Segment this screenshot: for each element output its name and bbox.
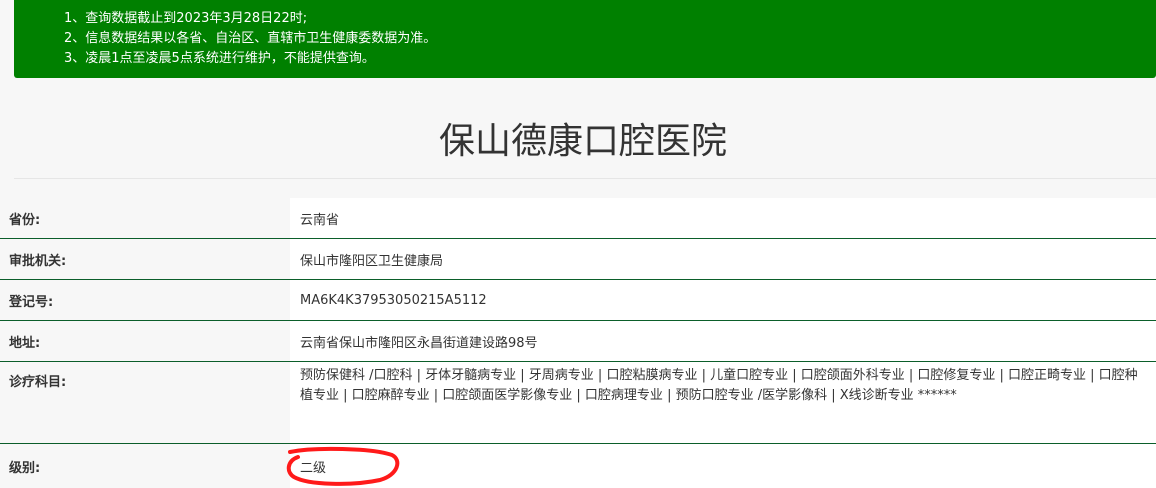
- notice-line-3: 3、凌晨1点至凌晨5点系统进行维护，不能提供查询。: [64, 51, 375, 66]
- table-row-province: 省份: 云南省: [0, 198, 1156, 239]
- province-value: 云南省: [290, 198, 1156, 238]
- approval-authority-label: 审批机关:: [0, 239, 290, 279]
- departments-value: 预防保健科 /口腔科 | 牙体牙髓病专业 | 牙周病专业 | 口腔粘膜病专业 |…: [290, 362, 1156, 443]
- address-value: 云南省保山市隆阳区永昌街道建设路98号: [290, 321, 1156, 361]
- level-label: 级别:: [0, 444, 290, 488]
- notice-line-2: 2、信息数据结果以各省、自治区、直辖市卫生健康委数据为准。: [64, 31, 437, 46]
- table-row-address: 地址: 云南省保山市隆阳区永昌街道建设路98号: [0, 321, 1156, 362]
- title-divider: [14, 178, 1156, 179]
- registration-number-value: MA6K4K37953050215A5112: [290, 280, 1156, 320]
- departments-label: 诊疗科目:: [0, 362, 290, 443]
- notice-line-1: 1、查询数据截止到2023年3月28日22时;: [64, 11, 308, 26]
- table-row-departments: 诊疗科目: 预防保健科 /口腔科 | 牙体牙髓病专业 | 牙周病专业 | 口腔粘…: [0, 362, 1156, 444]
- table-row-level: 级别: 二级: [0, 444, 1156, 488]
- table-row-approval-authority: 审批机关: 保山市隆阳区卫生健康局: [0, 239, 1156, 280]
- hospital-info-table: 省份: 云南省 审批机关: 保山市隆阳区卫生健康局 登记号: MA6K4K379…: [0, 198, 1156, 488]
- notice-banner: 1、查询数据截止到2023年3月28日22时; 2、信息数据结果以各省、自治区、…: [14, 0, 1156, 78]
- address-label: 地址:: [0, 321, 290, 361]
- page-title: 保山德康口腔医院: [438, 121, 727, 162]
- level-cell: 二级: [286, 444, 1156, 488]
- province-label: 省份:: [0, 198, 290, 238]
- registration-number-label: 登记号:: [0, 280, 290, 320]
- level-value: 二级: [300, 460, 327, 476]
- approval-authority-value: 保山市隆阳区卫生健康局: [290, 239, 1156, 279]
- table-row-registration-number: 登记号: MA6K4K37953050215A5112: [0, 280, 1156, 321]
